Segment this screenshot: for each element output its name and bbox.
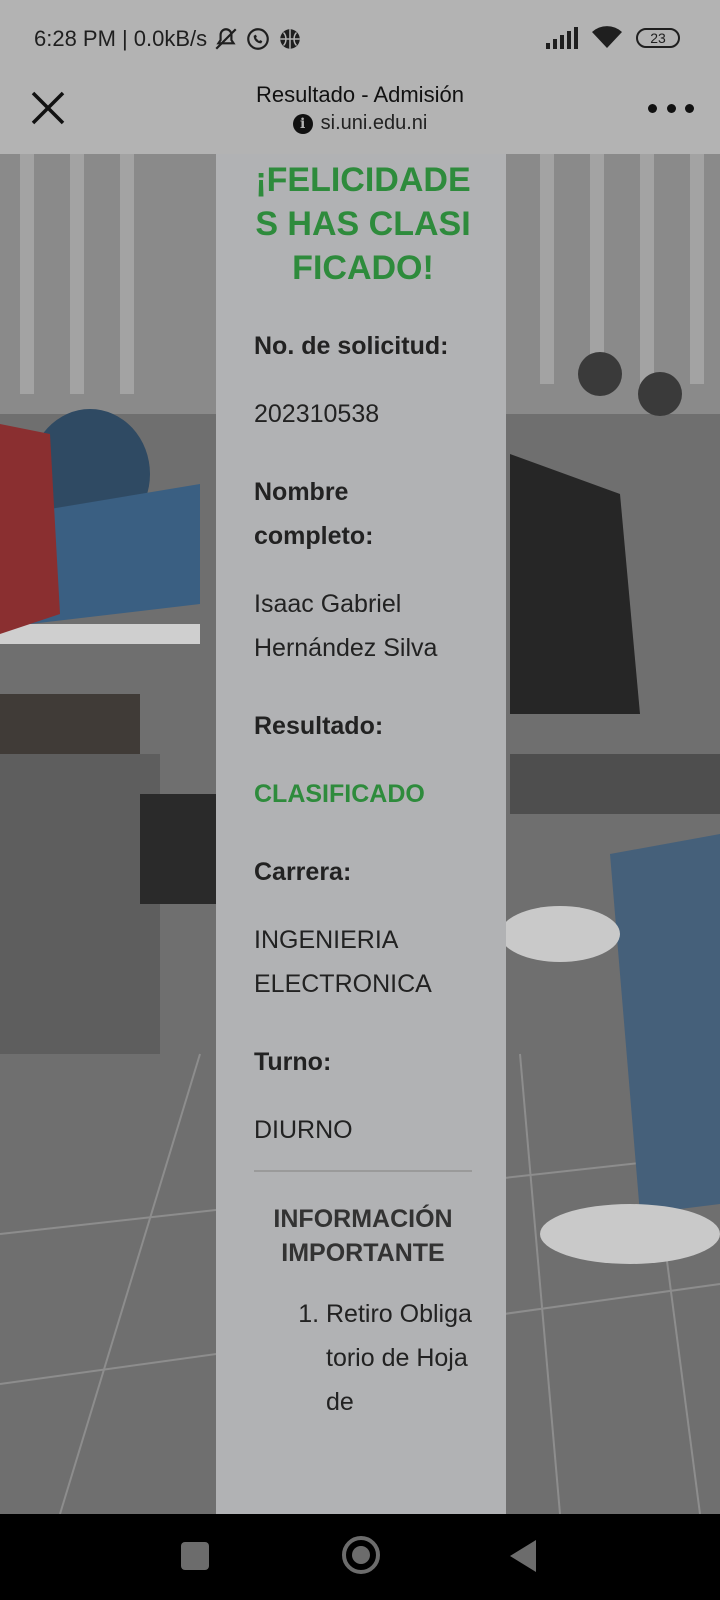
turno-label: Turno:	[254, 1048, 332, 1076]
back-icon[interactable]	[510, 1540, 536, 1572]
page-url[interactable]: i si.uni.edu.ni	[0, 112, 720, 135]
browser-header: Resultado - Admisión i si.uni.edu.ni	[0, 78, 720, 154]
turno-value: DIURNO	[254, 1116, 353, 1144]
status-time: 6:28 PM	[34, 26, 116, 51]
status-bar: 6:28 PM | 0.0kB/s 23	[0, 0, 720, 78]
carrera-label: Carrera:	[254, 858, 352, 886]
carrera-value: INGENIERIA ELECTRONICA	[254, 926, 432, 998]
divider	[254, 1170, 472, 1172]
info-list: Retiro Obligatorio de Hoja de	[254, 1292, 472, 1424]
whatsapp-icon	[247, 28, 269, 50]
solicitud-value: 202310538	[254, 400, 380, 428]
status-right: 23	[546, 26, 680, 50]
info-icon[interactable]: i	[292, 113, 313, 134]
mute-icon	[215, 28, 237, 50]
signal-icon	[546, 27, 578, 49]
home-icon[interactable]	[342, 1536, 380, 1574]
recents-icon[interactable]	[181, 1542, 209, 1570]
ball-icon	[280, 29, 300, 49]
menu-dot	[648, 103, 657, 113]
resultado-label: Resultado:	[254, 712, 384, 740]
solicitud-label: No. de solicitud:	[254, 332, 449, 360]
web-content: ¡FELICIDADES HAS CLASIFICADO! No. de sol…	[0, 154, 720, 1514]
info-heading: INFORMACIÓN IMPORTANTE	[273, 1205, 453, 1267]
list-item: Retiro Obligatorio de Hoja de	[326, 1292, 472, 1424]
resultado-value: CLASIFICADO	[254, 780, 425, 808]
wifi-icon	[592, 26, 622, 48]
congrats-heading: ¡FELICIDADES HAS CLASIFICADO!	[255, 161, 471, 287]
menu-dot	[685, 103, 694, 113]
nombre-value: Isaac Gabriel Hernández Silva	[254, 590, 438, 662]
url-text: si.uni.edu.ni	[320, 112, 428, 134]
menu-dot	[666, 103, 676, 113]
network-speed: | 0.0kB/s	[121, 26, 208, 51]
nombre-label: Nombre completo:	[254, 478, 374, 550]
battery-icon: 23	[636, 28, 680, 48]
navigation-bar	[0, 1514, 720, 1600]
result-card: ¡FELICIDADES HAS CLASIFICADO! No. de sol…	[216, 154, 506, 1514]
status-left: 6:28 PM | 0.0kB/s	[34, 26, 303, 52]
page-title: Resultado - Admisión	[256, 82, 464, 107]
more-options-icon[interactable]	[648, 96, 694, 120]
